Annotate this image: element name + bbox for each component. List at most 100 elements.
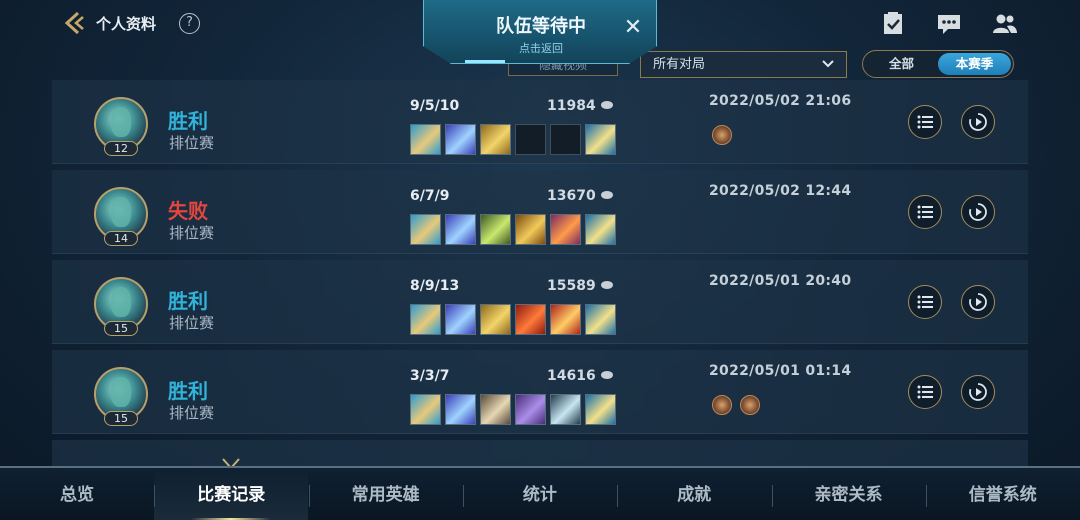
match-mode: 排位赛 — [169, 134, 215, 152]
friends-icon[interactable] — [992, 12, 1018, 36]
item-slot-staff[interactable] — [445, 124, 476, 155]
banner-subtitle: 点击返回 — [519, 42, 563, 55]
match-type-selected: 所有对局 — [653, 57, 706, 72]
match-row[interactable]: 14 失败 排位赛 6/7/9 13670 2022/05/02 12:44 — [52, 170, 1028, 254]
item-slot-potion[interactable] — [550, 304, 581, 335]
replay-button[interactable] — [961, 195, 995, 229]
back-button[interactable]: 个人资料 — [62, 10, 156, 36]
hero-portrait — [111, 377, 131, 407]
gold-value: 14616 — [547, 368, 613, 384]
chat-message-icon[interactable] — [936, 12, 962, 36]
medal-icon[interactable] — [712, 395, 732, 415]
item-slot-scythe[interactable] — [550, 394, 581, 425]
match-detail-button[interactable] — [908, 285, 942, 319]
toggle-current-season[interactable]: 本赛季 — [938, 53, 1011, 75]
match-result: 胜利 — [168, 289, 208, 313]
match-result: 胜利 — [168, 109, 208, 133]
list-icon — [917, 205, 933, 219]
replay-play-icon — [969, 383, 987, 401]
item-slot-staff[interactable] — [445, 394, 476, 425]
replay-button[interactable] — [961, 375, 995, 409]
tab-1[interactable]: 比赛记录 — [154, 468, 309, 520]
item-slot-cape[interactable] — [550, 214, 581, 245]
gold-value: 13670 — [547, 188, 613, 204]
item-slot-blade[interactable] — [480, 214, 511, 245]
list-icon — [917, 295, 933, 309]
match-detail-button[interactable] — [908, 105, 942, 139]
season-toggle[interactable]: 全部 本赛季 — [862, 50, 1014, 78]
tab-3[interactable]: 统计 — [463, 468, 617, 520]
item-slot-fire[interactable] — [515, 304, 546, 335]
kda-value: 8/9/13 — [410, 278, 460, 294]
match-date: 2022/05/01 01:14 — [709, 363, 852, 379]
kda-value: 6/7/9 — [410, 188, 450, 204]
replay-button[interactable] — [961, 285, 995, 319]
match-type-select[interactable]: 所有对局 — [640, 51, 847, 78]
match-result: 失败 — [168, 199, 208, 223]
kda-value: 9/5/10 — [410, 98, 460, 114]
task-checklist-icon[interactable] — [880, 12, 906, 36]
item-slot-dagger[interactable] — [480, 394, 511, 425]
match-result: 胜利 — [168, 379, 208, 403]
item-slot-staff[interactable] — [445, 304, 476, 335]
match-detail-button[interactable] — [908, 195, 942, 229]
item-build — [410, 304, 616, 335]
match-mode: 排位赛 — [169, 314, 215, 332]
coin-icon — [600, 371, 613, 379]
item-slot-empty[interactable] — [515, 124, 546, 155]
gold-amount: 13670 — [547, 188, 596, 204]
list-icon — [917, 115, 933, 129]
item-slot-boots[interactable] — [410, 124, 441, 155]
tab-separator — [462, 485, 464, 507]
medal-icon[interactable] — [712, 125, 732, 145]
tab-5[interactable]: 亲密关系 — [772, 468, 926, 520]
chevron-down-icon — [822, 60, 834, 68]
match-row[interactable]: 15 胜利 排位赛 8/9/13 15589 2022/05/01 20:40 — [52, 260, 1028, 344]
tab-separator — [308, 485, 310, 507]
coin-icon — [600, 101, 613, 109]
kda-value: 3/3/7 — [410, 368, 450, 384]
replay-button[interactable] — [961, 105, 995, 139]
replay-play-icon — [969, 203, 987, 221]
item-slot-boots[interactable] — [410, 394, 441, 425]
item-slot-armor[interactable] — [585, 304, 616, 335]
match-detail-button[interactable] — [908, 375, 942, 409]
item-slot-sword[interactable] — [515, 214, 546, 245]
tab-6[interactable]: 信誉系统 — [926, 468, 1080, 520]
medal-icon[interactable] — [740, 395, 760, 415]
item-slot-claw[interactable] — [480, 124, 511, 155]
list-icon — [917, 385, 933, 399]
hero-portrait — [111, 107, 131, 137]
match-mode: 排位赛 — [169, 224, 215, 242]
item-slot-armor[interactable] — [585, 214, 616, 245]
coin-icon — [600, 281, 613, 289]
tab-0[interactable]: 总览 — [0, 468, 154, 520]
item-build — [410, 214, 616, 245]
replay-play-icon — [969, 113, 987, 131]
toggle-all[interactable]: 全部 — [865, 53, 938, 75]
gold-amount: 14616 — [547, 368, 596, 384]
tab-separator — [154, 485, 156, 507]
item-slot-armor[interactable] — [585, 124, 616, 155]
tab-4[interactable]: 成就 — [617, 468, 771, 520]
item-slot-claw[interactable] — [480, 304, 511, 335]
gold-value: 11984 — [547, 98, 613, 114]
item-slot-wing[interactable] — [515, 394, 546, 425]
item-slot-armor[interactable] — [585, 394, 616, 425]
hero-portrait — [111, 197, 131, 227]
tab-separator — [925, 485, 927, 507]
close-icon[interactable]: ✕ — [622, 17, 644, 39]
back-arrow-icon — [64, 11, 84, 35]
help-icon[interactable]: ? — [179, 13, 200, 34]
item-slot-staff[interactable] — [445, 214, 476, 245]
item-slot-empty[interactable] — [550, 124, 581, 155]
match-row[interactable]: 12 胜利 排位赛 9/5/10 11984 2022/05/02 21:06 — [52, 80, 1028, 164]
hero-level: 15 — [104, 411, 138, 426]
tab-2[interactable]: 常用英雄 — [309, 468, 463, 520]
match-row[interactable]: 15 胜利 排位赛 3/3/7 14616 2022/05/01 01:14 — [52, 350, 1028, 434]
item-slot-boots[interactable] — [410, 214, 441, 245]
item-slot-boots[interactable] — [410, 304, 441, 335]
match-date: 2022/05/02 12:44 — [709, 183, 852, 199]
gold-amount: 15589 — [547, 278, 596, 294]
banner-glow — [465, 60, 505, 63]
